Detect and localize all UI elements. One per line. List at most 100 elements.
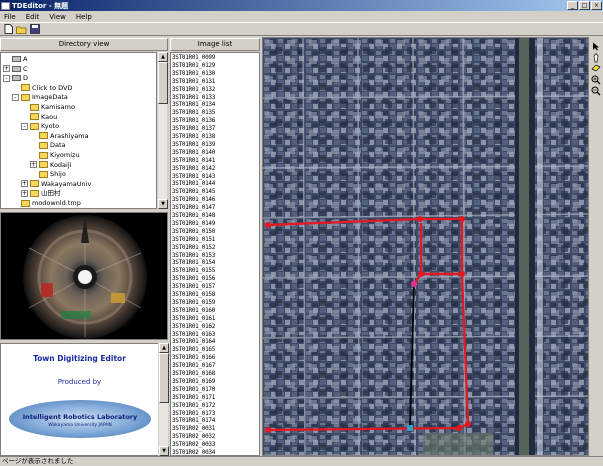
tree-item[interactable]: + 山田村: [21, 188, 61, 198]
image-list-item[interactable]: 3ST01R01_0138: [172, 133, 215, 141]
image-list-item[interactable]: 3ST01R01_0161: [172, 315, 215, 323]
image-list-item[interactable]: 3ST01R01_0169: [172, 378, 215, 386]
image-list-item[interactable]: 3ST01R01_0153: [172, 252, 215, 260]
image-list-item[interactable]: 3ST01R01_0162: [172, 323, 215, 331]
current-position-marker[interactable]: [410, 280, 418, 288]
tree-item[interactable]: + WakayamaUniv: [21, 179, 91, 189]
scroll-down-icon[interactable]: ▼: [159, 446, 169, 456]
image-list-item[interactable]: 3ST01R01_0147: [172, 204, 215, 212]
image-list-item[interactable]: 3ST01R01_0157: [172, 283, 215, 291]
image-list-item[interactable]: 3ST01R01_0150: [172, 228, 215, 236]
collapse-icon[interactable]: -: [12, 93, 19, 101]
save-icon[interactable]: [29, 24, 40, 35]
tree-item[interactable]: modownld.tmp: [12, 198, 81, 208]
new-file-icon[interactable]: [3, 24, 14, 35]
image-list-item[interactable]: 3ST01R01_0172: [172, 402, 215, 410]
scroll-thumb[interactable]: [159, 353, 169, 403]
menu-file[interactable]: File: [4, 13, 16, 21]
image-list-item[interactable]: 3ST01R01_0146: [172, 196, 215, 204]
image-list-item[interactable]: 3ST01R02_0033: [172, 441, 215, 449]
image-list-item[interactable]: 3ST01R01_0151: [172, 236, 215, 244]
image-list-item[interactable]: 3ST01R01_0130: [172, 70, 215, 78]
image-list-item[interactable]: 3ST01R01_0174: [172, 417, 215, 425]
image-list-item[interactable]: 3ST01R01_0134: [172, 101, 215, 109]
image-list-item[interactable]: 3ST01R01_0170: [172, 386, 215, 394]
scroll-up-icon[interactable]: ▲: [159, 343, 169, 353]
scroll-thumb[interactable]: [158, 62, 168, 104]
image-list-item[interactable]: 3ST01R01_0099: [172, 54, 215, 62]
tree-item[interactable]: + Kodaiji: [30, 160, 71, 170]
image-list-item[interactable]: 3ST01R01_0133: [172, 94, 215, 102]
collapse-icon[interactable]: -: [21, 122, 28, 130]
image-list-item[interactable]: 3ST01R01_0143: [172, 173, 215, 181]
maximize-button[interactable]: □: [579, 1, 590, 10]
tree-item[interactable]: -D: [3, 73, 28, 83]
tree-item[interactable]: Kamisamo: [21, 102, 75, 112]
image-list-item[interactable]: 3ST01R01_0140: [172, 149, 215, 157]
minimize-button[interactable]: _: [567, 1, 578, 10]
image-list-item[interactable]: 3ST01R01_0137: [172, 125, 215, 133]
image-list-item[interactable]: 3ST01R01_0158: [172, 291, 215, 299]
tree-item[interactable]: Shijo: [30, 169, 66, 179]
menu-edit[interactable]: Edit: [26, 13, 40, 21]
zoom-out-icon[interactable]: [590, 86, 602, 97]
image-list-item[interactable]: 3ST01R01_0141: [172, 157, 215, 165]
image-list-item[interactable]: 3ST01R01_0132: [172, 86, 215, 94]
expand-icon[interactable]: +: [21, 180, 28, 188]
image-list-item[interactable]: 3ST01R01_0160: [172, 307, 215, 315]
image-list-item[interactable]: 3ST01R02_0031: [172, 425, 215, 433]
close-button[interactable]: ×: [591, 1, 602, 10]
image-list-item[interactable]: 3ST01R01_0135: [172, 109, 215, 117]
collapse-icon[interactable]: -: [3, 74, 10, 82]
pen-icon[interactable]: [590, 52, 602, 64]
scroll-down-icon[interactable]: ▼: [158, 199, 168, 209]
tree-item[interactable]: Kaou: [21, 112, 57, 122]
aerial-map[interactable]: [262, 37, 589, 456]
image-list-item[interactable]: 3ST01R01_0159: [172, 299, 215, 307]
image-list-item[interactable]: 3ST01R01_0145: [172, 188, 215, 196]
image-list-item[interactable]: 3ST01R01_0144: [172, 180, 215, 188]
image-list-item[interactable]: 3ST01R01_0163: [172, 331, 215, 339]
image-list-item[interactable]: 3ST01R01_0136: [172, 117, 215, 125]
tree-item[interactable]: - Kyoto: [21, 121, 59, 131]
image-list-item[interactable]: 3ST01R01_0139: [172, 141, 215, 149]
image-list-item[interactable]: 3ST01R01_0165: [172, 346, 215, 354]
image-list-item[interactable]: 3ST01R01_0131: [172, 78, 215, 86]
menu-help[interactable]: Help: [76, 13, 92, 21]
image-list-item[interactable]: 3ST01R01_0155: [172, 267, 215, 275]
zoom-in-icon[interactable]: [590, 75, 602, 86]
image-list-item[interactable]: 3ST01R02_0034: [172, 449, 215, 455]
tree-item[interactable]: A: [3, 54, 27, 64]
image-list-item[interactable]: 3ST01R01_0142: [172, 165, 215, 173]
image-list-item[interactable]: 3ST01R01_0166: [172, 354, 215, 362]
image-list-item[interactable]: 3ST01R01_0156: [172, 275, 215, 283]
tree-item[interactable]: Data: [30, 140, 66, 150]
image-list-item[interactable]: 3ST01R01_0148: [172, 212, 215, 220]
expand-icon[interactable]: +: [30, 161, 37, 169]
image-list-item[interactable]: 3ST01R01_0171: [172, 394, 215, 402]
tree-item[interactable]: + C: [3, 64, 28, 74]
expand-icon[interactable]: +: [3, 65, 10, 73]
camera-marker[interactable]: [407, 425, 413, 431]
pointer-icon[interactable]: [590, 42, 602, 53]
image-list-item[interactable]: 3ST01R01_0129: [172, 62, 215, 70]
about-scrollbar[interactable]: ▲ ▼: [158, 343, 169, 456]
image-list-item[interactable]: 3ST01R02_0032: [172, 433, 215, 441]
tree-item[interactable]: - ImageData: [12, 92, 68, 102]
tree-item[interactable]: Arashiyama: [30, 131, 89, 141]
menu-view[interactable]: View: [49, 13, 66, 21]
image-list-item[interactable]: 3ST01R01_0168: [172, 370, 215, 378]
image-list-item[interactable]: 3ST01R01_0149: [172, 220, 215, 228]
scroll-up-icon[interactable]: ▲: [158, 52, 168, 62]
tree-item[interactable]: Click to DVD: [12, 83, 73, 93]
image-list-item[interactable]: 3ST01R01_0164: [172, 338, 215, 346]
tree-item[interactable]: Kiyomizu: [30, 150, 80, 160]
eraser-icon[interactable]: [590, 64, 602, 75]
open-folder-icon[interactable]: [16, 24, 27, 35]
image-list-item[interactable]: 3ST01R01_0173: [172, 410, 215, 418]
image-list-item[interactable]: 3ST01R01_0152: [172, 244, 215, 252]
image-list-item[interactable]: 3ST01R01_0154: [172, 259, 215, 267]
image-list-item[interactable]: 3ST01R01_0167: [172, 362, 215, 370]
tree-scrollbar[interactable]: ▲ ▼: [157, 52, 168, 209]
expand-icon[interactable]: +: [21, 189, 28, 197]
